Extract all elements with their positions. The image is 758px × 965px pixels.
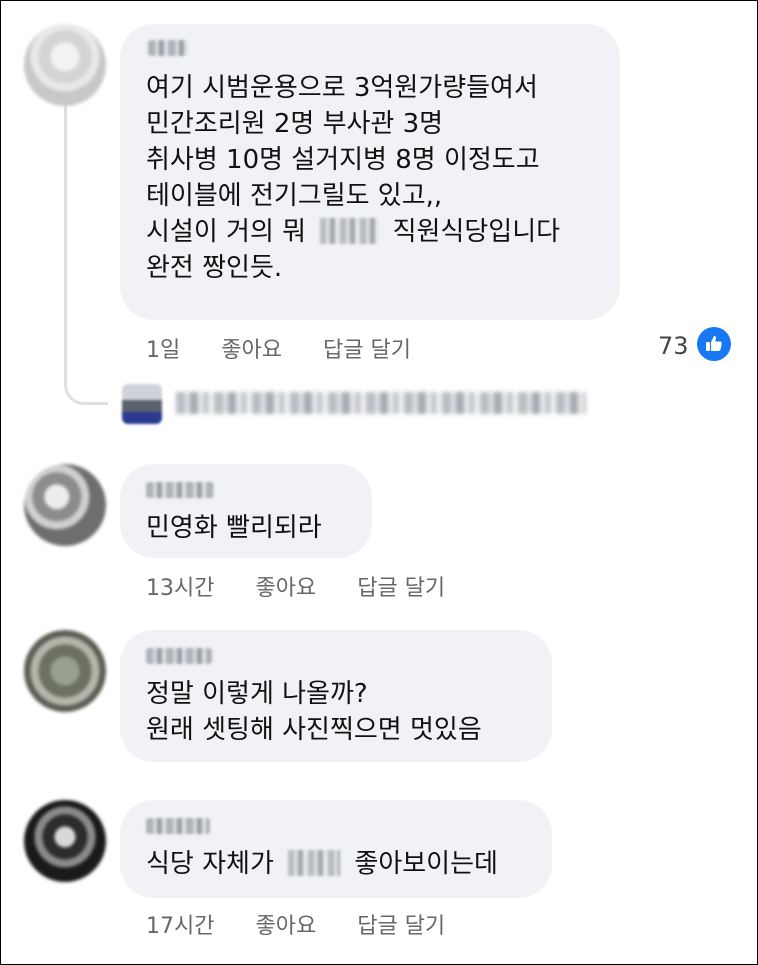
comment-line: 완전 짱인듯. [146, 253, 283, 283]
comment-line: 정말 이렇게 나올까? [146, 679, 368, 709]
comment-line: 취사병 10명 설거지병 8명 이정도고 [146, 145, 540, 175]
reply-button[interactable]: 답글 달기 [357, 908, 445, 940]
reply-avatar[interactable] [122, 384, 162, 424]
timestamp[interactable]: 1일 [146, 332, 180, 364]
comment-fragment: 직원식당입니다 [392, 217, 561, 247]
timestamp[interactable]: 13시간 [146, 570, 214, 602]
comment-fragment: 좋아보이는데 [354, 849, 498, 879]
reply-button[interactable]: 답글 달기 [357, 570, 445, 602]
like-button[interactable]: 좋아요 [221, 332, 282, 364]
reply-button[interactable]: 답글 달기 [323, 332, 411, 364]
thumbs-up-icon[interactable] [697, 327, 731, 361]
comment-text: 식당 자체가 좋아보이는데 [146, 846, 498, 882]
comment-line: 원래 셋팅해 사진찍으면 멋있음 [146, 715, 482, 745]
avatar[interactable] [24, 464, 106, 546]
avatar[interactable] [24, 24, 106, 106]
like-button[interactable]: 좋아요 [255, 570, 316, 602]
comment-line: 여기 시범운용으로 3억원가량들여서 [146, 73, 538, 103]
commenter-name[interactable] [146, 818, 210, 834]
comment-line: 시설이 거의 뭐 직원식당입니다 [146, 214, 560, 250]
comment-fragment: 식당 자체가 [146, 849, 274, 879]
censored-text [288, 850, 341, 876]
commenter-name[interactable] [148, 40, 188, 56]
comment-line: 테이블에 전기그릴도 있고,, [146, 181, 443, 211]
comment-meta: 13시간 좋아요 답글 달기 [146, 570, 445, 602]
comment-line: 민간조리원 2명 부사관 3명 [146, 109, 444, 139]
comment-meta: 17시간 좋아요 답글 달기 [146, 908, 445, 940]
reaction-count[interactable]: 73 [658, 332, 689, 360]
comment-text: 여기 시범운용으로 3억원가량들여서 민간조리원 2명 부사관 3명 취사병 1… [146, 70, 560, 286]
commenter-name[interactable] [146, 648, 212, 664]
avatar[interactable] [24, 800, 106, 882]
comment-fragment: 시설이 거의 뭐 [146, 217, 307, 247]
avatar[interactable] [24, 630, 106, 712]
commenter-name[interactable] [146, 482, 214, 498]
censored-text [320, 218, 379, 244]
timestamp[interactable]: 17시간 [146, 908, 214, 940]
comment-text: 정말 이렇게 나올까? 원래 셋팅해 사진찍으면 멋있음 [146, 676, 482, 748]
reply-preview[interactable] [176, 392, 586, 414]
thread-connector [64, 100, 108, 405]
like-button[interactable]: 좋아요 [255, 908, 316, 940]
comment-text: 민영화 빨리되라 [146, 513, 322, 543]
comment-meta: 1일 좋아요 답글 달기 [146, 332, 411, 364]
